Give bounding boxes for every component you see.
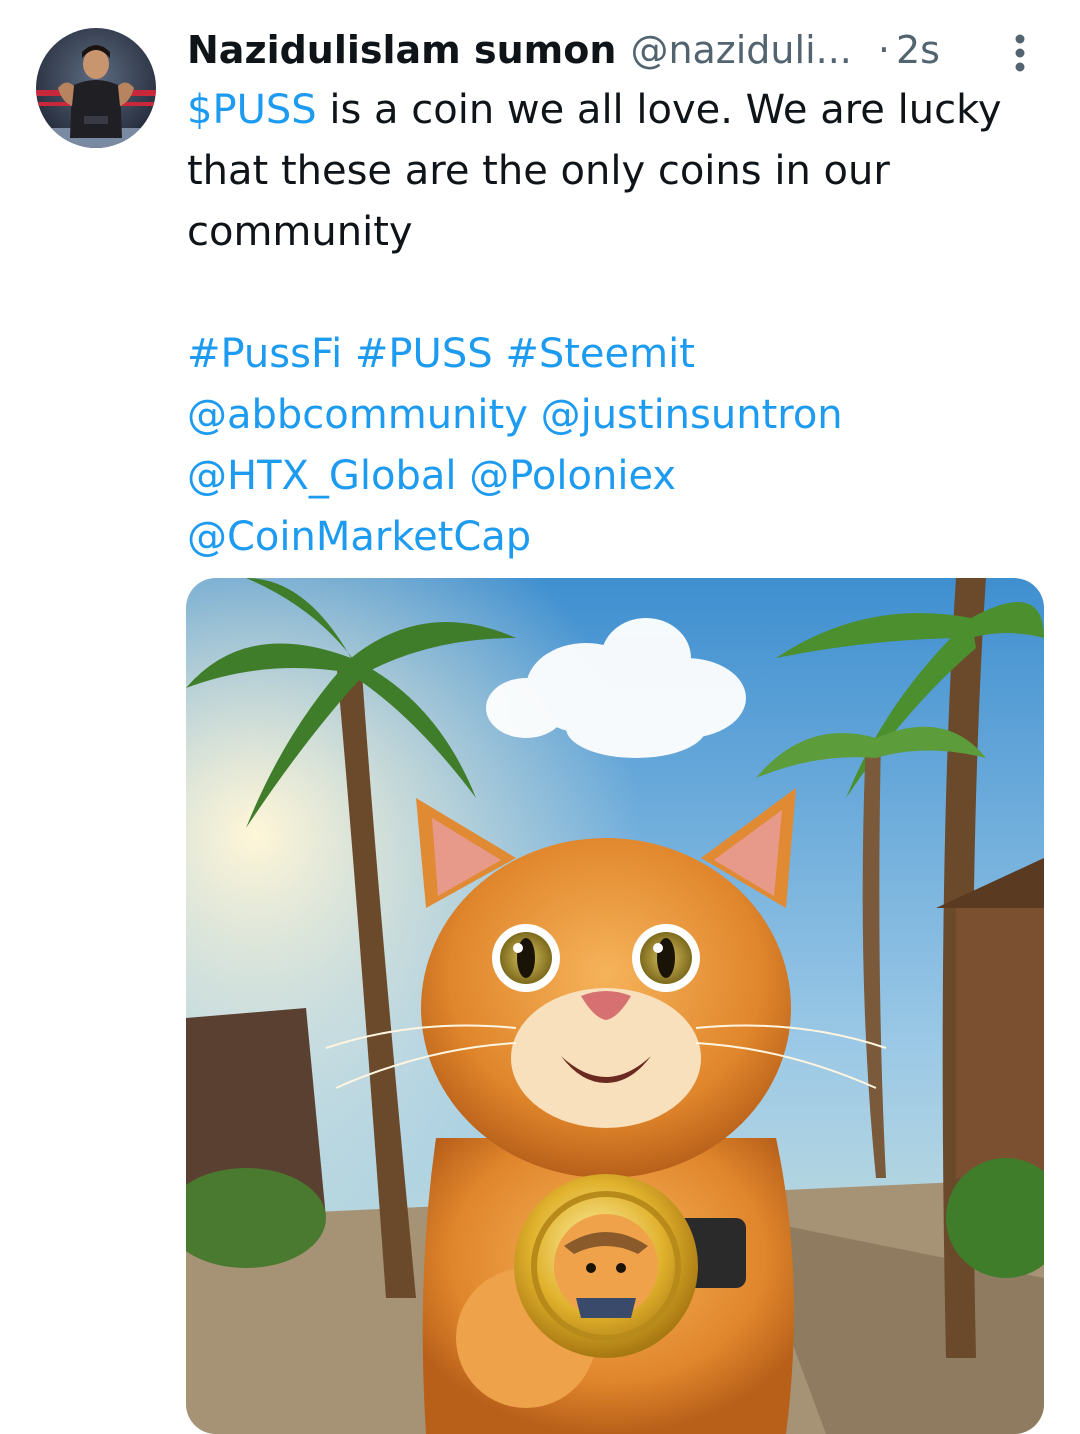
separator-dot: · [877, 28, 890, 72]
avatar[interactable] [36, 28, 156, 148]
mention-link[interactable]: @justinsuntron [541, 392, 843, 438]
tweet-line: $PUSS is a coin we all love. We are luck… [187, 80, 1047, 141]
timestamp[interactable]: 2s [896, 24, 940, 76]
avatar-image [36, 28, 156, 148]
tweet-text: $PUSS is a coin we all love. We are luck… [187, 80, 1047, 568]
tweet-line: community [187, 209, 413, 255]
mention-line: @CoinMarketCap [187, 507, 1047, 568]
mention-link[interactable]: @HTX_Global [187, 453, 457, 499]
tweet-line: that these are the only coins in our [187, 148, 890, 194]
tweet-text-segment: is a coin we all love. We are lucky [316, 87, 1002, 133]
mention-link[interactable]: @CoinMarketCap [187, 514, 531, 560]
cat-with-coin-illustration [186, 578, 1044, 1434]
mention-link[interactable]: @abbcommunity [187, 392, 528, 438]
mention-link[interactable]: @Poloniex [469, 453, 676, 499]
hashtag-link[interactable]: #Steemit [505, 331, 695, 377]
hashtag-line: #PussFi #PUSS #Steemit [187, 324, 1047, 385]
mention-line: @abbcommunity @justinsuntron [187, 385, 1047, 446]
tweet[interactable]: Nazidulislam sumon @naziduli... · 2s $PU… [0, 0, 1080, 1434]
hashtag-link[interactable]: #PussFi [187, 331, 342, 377]
author-handle[interactable]: @naziduli... [630, 24, 851, 76]
hashtag-link[interactable]: #PUSS [355, 331, 493, 377]
mention-line: @HTX_Global @Poloniex [187, 446, 1047, 507]
author-name[interactable]: Nazidulislam sumon [187, 24, 616, 76]
tweet-header: Nazidulislam sumon @naziduli... · 2s [187, 24, 1037, 76]
tweet-media-image[interactable] [186, 578, 1044, 1434]
cashtag-link[interactable]: $PUSS [187, 87, 317, 133]
more-vertical-icon[interactable] [1004, 30, 1036, 76]
